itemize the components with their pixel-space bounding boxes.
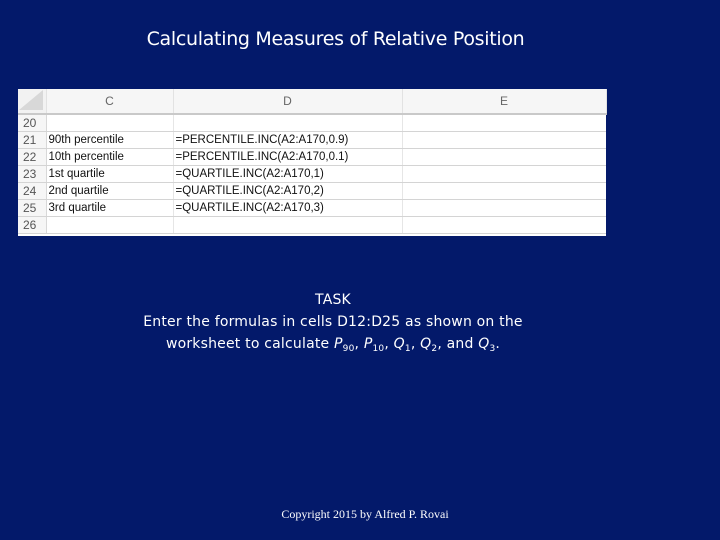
statistic-symbol: Q3. [478, 336, 501, 354]
table-row: 21 90th percentile =PERCENTILE.INC(A2:A1… [18, 131, 606, 149]
table-row: 23 1st quartile =QUARTILE.INC(A2:A170,1) [18, 165, 606, 183]
statistic-symbol: P10, [363, 336, 394, 354]
cell-e21[interactable] [402, 131, 606, 149]
task-line-1: Enter the formulas in cells D12:D25 as s… [143, 314, 523, 330]
row-header[interactable]: 23 [18, 165, 47, 183]
row-header[interactable]: 21 [18, 131, 47, 149]
statistic-symbol: Q1, [393, 336, 421, 354]
cell-e24[interactable] [402, 182, 606, 200]
cell-d21[interactable]: =PERCENTILE.INC(A2:A170,0.9) [173, 131, 403, 149]
statistic-symbol: P90, [334, 336, 364, 354]
cell-d24[interactable]: =QUARTILE.INC(A2:A170,2) [173, 182, 403, 200]
cell-e22[interactable] [402, 148, 606, 166]
column-header-d[interactable]: D [173, 89, 403, 115]
copyright-text: Copyright 2015 by Alfred P. Rovai [281, 507, 449, 521]
cell-d26[interactable] [173, 216, 403, 234]
cell-c20[interactable] [46, 114, 174, 132]
task-line-2-prefix: worksheet to calculate [165, 336, 335, 352]
symbol-separator: , and [437, 336, 479, 352]
symbol-base: P [363, 336, 373, 352]
symbol-base: Q [393, 336, 405, 352]
symbol-separator: , [384, 336, 394, 352]
cell-d20[interactable] [173, 114, 403, 132]
select-all-triangle-icon [18, 90, 43, 110]
row-header[interactable]: 26 [18, 216, 47, 234]
symbol-base: P [334, 336, 343, 352]
column-header-c[interactable]: C [46, 89, 174, 115]
symbol-subscript: 10 [372, 344, 385, 354]
cell-d22[interactable]: =PERCENTILE.INC(A2:A170,0.1) [173, 148, 403, 166]
select-all-corner[interactable] [18, 89, 47, 115]
cell-e20[interactable] [402, 114, 606, 132]
symbol-subscript: 90 [342, 344, 355, 354]
cell-d23[interactable]: =QUARTILE.INC(A2:A170,1) [173, 165, 403, 183]
task-symbols: P90, P10, Q1, Q2, and Q3. [334, 336, 501, 354]
column-header-e[interactable]: E [402, 89, 607, 115]
cell-e23[interactable] [402, 165, 606, 183]
spreadsheet: C D E 20 21 90th percentile =PERCENTILE.… [18, 89, 607, 236]
symbol-separator: , [354, 336, 364, 352]
symbol-separator: . [495, 336, 501, 352]
task-box: TASK Enter the formulas in cells D12:D25… [0, 289, 666, 355]
cell-c24[interactable]: 2nd quartile [46, 182, 174, 200]
symbol-base: Q [478, 336, 490, 352]
task-line-2: worksheet to calculate P90, P10, Q1, Q2,… [0, 333, 666, 355]
cell-e26[interactable] [402, 216, 606, 234]
cell-d25[interactable]: =QUARTILE.INC(A2:A170,3) [173, 199, 403, 217]
cell-c26[interactable] [46, 216, 174, 234]
slide-title: Calculating Measures of Relative Positio… [146, 28, 525, 50]
task-heading: TASK [315, 292, 351, 308]
symbol-separator: , [410, 336, 421, 352]
statistic-symbol: Q2, and [420, 336, 479, 354]
row-header[interactable]: 20 [18, 114, 47, 132]
spreadsheet-grid: C D E 20 21 90th percentile =PERCENTILE.… [18, 89, 607, 234]
row-header[interactable]: 25 [18, 199, 47, 217]
table-row: 20 [18, 114, 606, 132]
table-row: 22 10th percentile =PERCENTILE.INC(A2:A1… [18, 148, 606, 166]
table-row: 24 2nd quartile =QUARTILE.INC(A2:A170,2) [18, 182, 606, 200]
cell-c25[interactable]: 3rd quartile [46, 199, 174, 217]
cell-e25[interactable] [402, 199, 606, 217]
symbol-base: Q [420, 336, 432, 352]
column-header-row: C D E [18, 89, 607, 115]
row-header[interactable]: 22 [18, 148, 47, 166]
cell-c22[interactable]: 10th percentile [46, 148, 174, 166]
row-header[interactable]: 24 [18, 182, 47, 200]
table-row: 26 [18, 216, 606, 234]
cell-c21[interactable]: 90th percentile [46, 131, 174, 149]
cell-c23[interactable]: 1st quartile [46, 165, 174, 183]
table-row: 25 3rd quartile =QUARTILE.INC(A2:A170,3) [18, 199, 606, 217]
